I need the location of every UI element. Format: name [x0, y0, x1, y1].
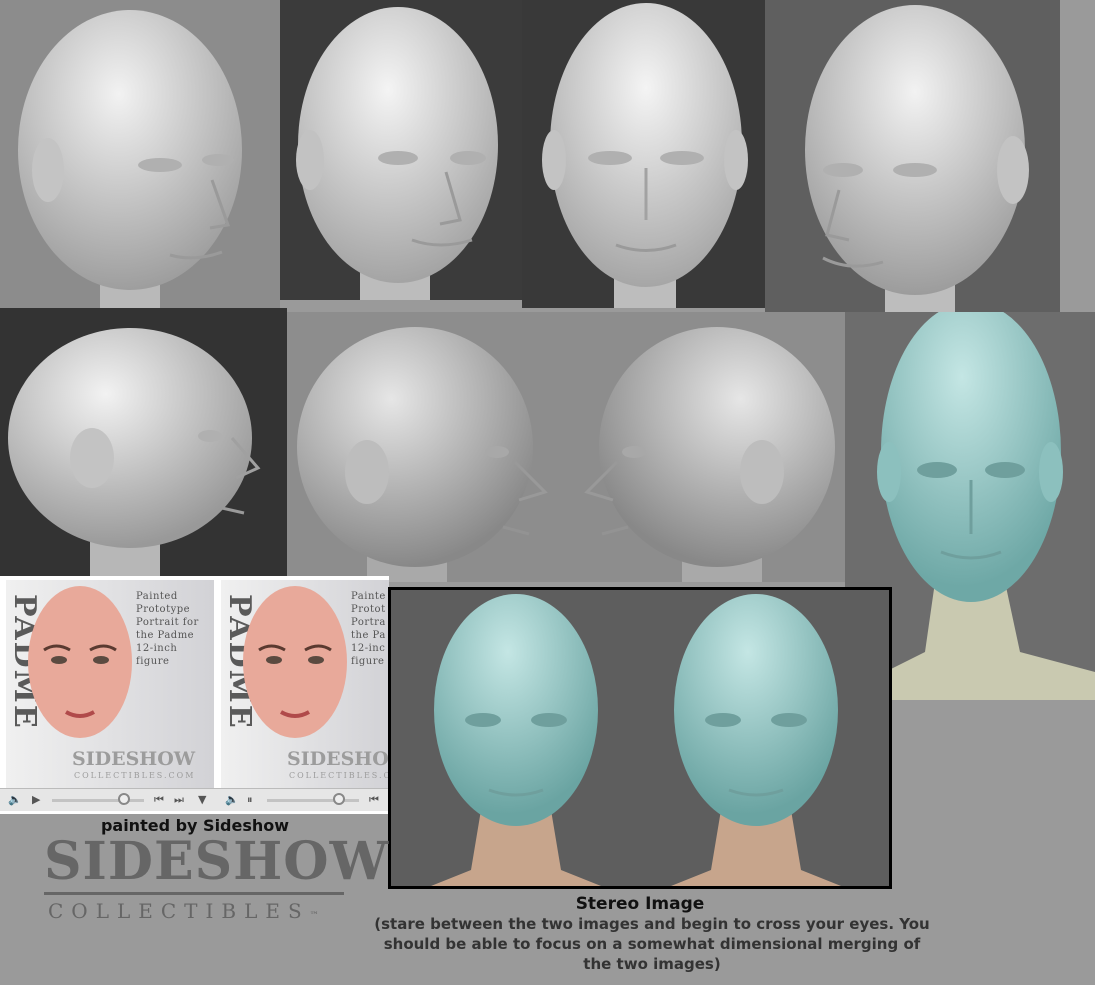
- seek-bar[interactable]: [267, 799, 359, 802]
- video-brand-sub: COLLECTIBLES.COM: [289, 771, 389, 780]
- video-label: Painted Prototype Portrait for the Padme…: [136, 591, 199, 667]
- head-profile-right-icon: [287, 312, 562, 582]
- painted-head-icon: [243, 586, 347, 738]
- stereo-image: [388, 587, 892, 889]
- pause-icon[interactable]: ⏸: [247, 793, 253, 807]
- video-brand-sub: COLLECTIBLES.COM: [74, 771, 196, 780]
- head-profile-right-icon: [0, 308, 287, 576]
- head-front-icon: [522, 0, 765, 308]
- head-three-quarter-left-icon: [0, 0, 280, 308]
- head-three-quarter-front-icon: [280, 0, 522, 300]
- video-panel-2: PADME Painte Protot Portra the Pa 12-inc…: [217, 576, 389, 814]
- photo-head-three-quarter-left: [0, 0, 280, 308]
- video-label: Painte Protot Portra the Pa 12-inc figur…: [351, 591, 386, 667]
- photo-head-profile-right-2: [287, 312, 562, 582]
- video-brand: SIDESHOW: [72, 748, 196, 770]
- photo-head-front: [522, 0, 765, 308]
- seek-bar[interactable]: [52, 799, 144, 802]
- rewind-icon[interactable]: ⏮: [154, 793, 164, 807]
- video-brand: SIDESHOW: [287, 748, 389, 770]
- photo-head-profile-right: [0, 308, 287, 576]
- photo-head-three-quarter-right: [765, 0, 1060, 312]
- head-three-quarter-right-icon: [765, 0, 1060, 312]
- photo-head-profile-left: [562, 312, 845, 582]
- forward-icon[interactable]: ⏭: [174, 793, 184, 807]
- menu-icon[interactable]: ▼: [198, 793, 206, 806]
- volume-icon[interactable]: 🔈: [225, 793, 239, 806]
- video-panel-1: PADME Painted Prototype Portrait for the…: [0, 576, 217, 814]
- stereo-title: Stereo Image: [575, 894, 705, 914]
- logo-main-text: SIDESHOW: [44, 831, 389, 892]
- logo-sub-text: COLLECTIBLES™: [48, 899, 319, 923]
- stereo-instructions: (stare between the two images and begin …: [374, 915, 930, 973]
- sideshow-logo: SIDESHOW COLLECTIBLES™: [44, 831, 389, 924]
- seek-knob[interactable]: [333, 793, 345, 805]
- photo-head-three-quarter-front: [280, 0, 522, 300]
- video-controls: 🔈 ▶ ⏮ ⏭ ▼: [0, 788, 217, 811]
- rewind-icon[interactable]: ⏮: [369, 793, 379, 807]
- head-profile-left-icon: [562, 312, 845, 582]
- volume-icon[interactable]: 🔈: [8, 793, 22, 806]
- seek-knob[interactable]: [118, 793, 130, 805]
- stereo-teal-heads-icon: [391, 590, 889, 886]
- video-controls: 🔈 ⏸ ⏮: [217, 788, 389, 811]
- play-icon[interactable]: ▶: [32, 793, 40, 806]
- painted-head-icon: [28, 586, 132, 738]
